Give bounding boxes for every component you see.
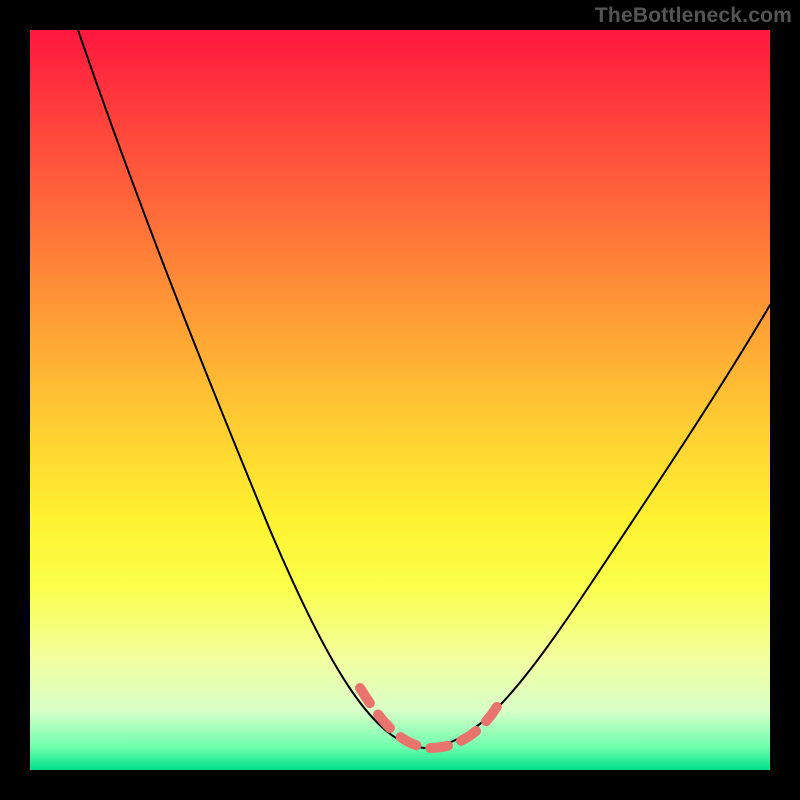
plot-area [30,30,770,770]
watermark-text: TheBottleneck.com [595,4,792,28]
bottleneck-curve-svg [30,30,770,770]
valley-dash-path [360,688,502,748]
bottleneck-curve-path [78,30,770,748]
